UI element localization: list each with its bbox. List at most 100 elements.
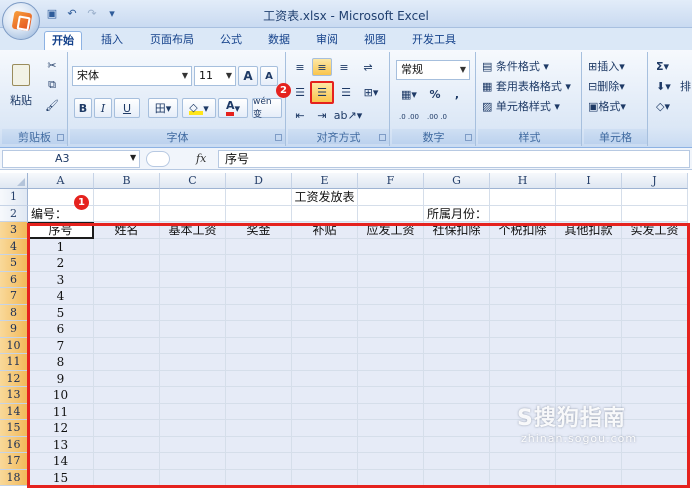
insert-function-icon[interactable]: fx (196, 152, 206, 165)
font-name-combo[interactable]: 宋体 ▼ (72, 66, 192, 86)
cell[interactable] (226, 436, 292, 453)
cell[interactable] (94, 271, 160, 288)
cell[interactable] (94, 403, 160, 420)
row-header[interactable]: 3 (0, 222, 28, 239)
serial-cell[interactable]: 7 (28, 337, 94, 354)
row-header[interactable]: 5 (0, 255, 28, 272)
cell[interactable] (160, 205, 226, 222)
cell[interactable] (622, 337, 688, 354)
cell[interactable] (490, 337, 556, 354)
cell[interactable] (160, 354, 226, 371)
cell[interactable] (160, 189, 226, 206)
cell[interactable] (424, 453, 490, 470)
cell[interactable] (160, 370, 226, 387)
column-header[interactable]: C (160, 173, 226, 189)
cell[interactable] (358, 436, 424, 453)
row-header[interactable]: 18 (0, 469, 28, 486)
cell[interactable] (556, 469, 622, 486)
cell[interactable] (160, 469, 226, 486)
cell[interactable] (556, 337, 622, 354)
cell[interactable] (226, 354, 292, 371)
cell[interactable] (292, 453, 358, 470)
formula-cancel-icon[interactable] (146, 151, 170, 167)
paste-button[interactable]: 粘贴 (6, 56, 36, 116)
cell[interactable] (556, 238, 622, 255)
format-as-table-button[interactable]: ▦ 套用表格格式 ▾ (482, 78, 571, 96)
cell[interactable] (94, 387, 160, 404)
cell[interactable] (556, 288, 622, 305)
row-header[interactable]: 10 (0, 337, 28, 354)
cell[interactable] (490, 238, 556, 255)
header-cell[interactable]: 其他扣款 (556, 222, 622, 239)
format-painter-icon[interactable]: 🖌 (42, 96, 62, 114)
cell[interactable] (556, 370, 622, 387)
column-header[interactable]: H (490, 173, 556, 189)
italic-button[interactable]: I (94, 98, 112, 118)
decrease-indent-icon[interactable]: ⇤ (290, 106, 310, 124)
cell[interactable] (556, 304, 622, 321)
serial-cell[interactable]: 4 (28, 288, 94, 305)
conditional-format-button[interactable]: ▤ 条件格式 ▾ (482, 58, 549, 76)
cell[interactable] (226, 370, 292, 387)
cell[interactable] (424, 420, 490, 437)
cell[interactable] (94, 370, 160, 387)
cell[interactable] (94, 238, 160, 255)
header-cell[interactable]: 序号 (28, 222, 94, 239)
cell[interactable] (490, 288, 556, 305)
row-header[interactable]: 12 (0, 370, 28, 387)
orientation-icon[interactable]: ab↗▾ (334, 106, 362, 124)
underline-button[interactable]: U (114, 98, 140, 118)
format-cells-button[interactable]: ▣格式▾ (588, 98, 626, 116)
copy-icon[interactable]: ⧉ (42, 76, 62, 94)
header-cell[interactable]: 实发工资 (622, 222, 688, 239)
column-header[interactable]: J (622, 173, 688, 189)
shrink-font-button[interactable]: A (260, 66, 278, 86)
cell[interactable] (292, 337, 358, 354)
cell[interactable] (358, 337, 424, 354)
cell[interactable] (292, 238, 358, 255)
font-size-combo[interactable]: 11 ▼ (194, 66, 236, 86)
percent-button[interactable]: % (426, 84, 444, 104)
cell[interactable] (358, 304, 424, 321)
cell[interactable] (160, 337, 226, 354)
cell[interactable] (94, 189, 160, 206)
cell[interactable] (622, 238, 688, 255)
cell[interactable] (160, 255, 226, 272)
bottom-align-icon[interactable]: ≡ (334, 58, 354, 76)
cell[interactable] (424, 387, 490, 404)
cell[interactable] (292, 205, 358, 222)
cell[interactable] (226, 255, 292, 272)
cell[interactable] (292, 255, 358, 272)
cell[interactable] (160, 288, 226, 305)
row-header[interactable]: 13 (0, 387, 28, 404)
header-cell[interactable]: 应发工资 (358, 222, 424, 239)
cell[interactable] (358, 469, 424, 486)
cell[interactable] (226, 453, 292, 470)
cell[interactable] (358, 189, 424, 206)
cell[interactable] (160, 387, 226, 404)
tab-page-layout[interactable]: 页面布局 (142, 31, 202, 50)
decrease-decimal-button[interactable]: .00 .0 (424, 108, 450, 126)
serial-cell[interactable]: 2 (28, 255, 94, 272)
serial-cell[interactable]: 1 (28, 238, 94, 255)
cell[interactable] (358, 288, 424, 305)
clear-icon[interactable]: ◇▾ (656, 98, 670, 116)
cell[interactable] (490, 255, 556, 272)
row-header[interactable]: 4 (0, 238, 28, 255)
column-header[interactable]: D (226, 173, 292, 189)
cell[interactable] (226, 189, 292, 206)
cell[interactable] (292, 469, 358, 486)
row-header[interactable]: 6 (0, 271, 28, 288)
serial-cell[interactable]: 10 (28, 387, 94, 404)
cell[interactable] (226, 403, 292, 420)
cell[interactable] (292, 304, 358, 321)
cell[interactable] (622, 189, 688, 206)
cell[interactable] (226, 321, 292, 338)
middle-align-icon[interactable]: ≡ (312, 58, 332, 76)
column-header[interactable]: F (358, 173, 424, 189)
cell[interactable] (94, 453, 160, 470)
cell[interactable] (490, 370, 556, 387)
header-cell[interactable]: 基本工资 (160, 222, 226, 239)
cell[interactable] (94, 420, 160, 437)
cell[interactable] (94, 321, 160, 338)
